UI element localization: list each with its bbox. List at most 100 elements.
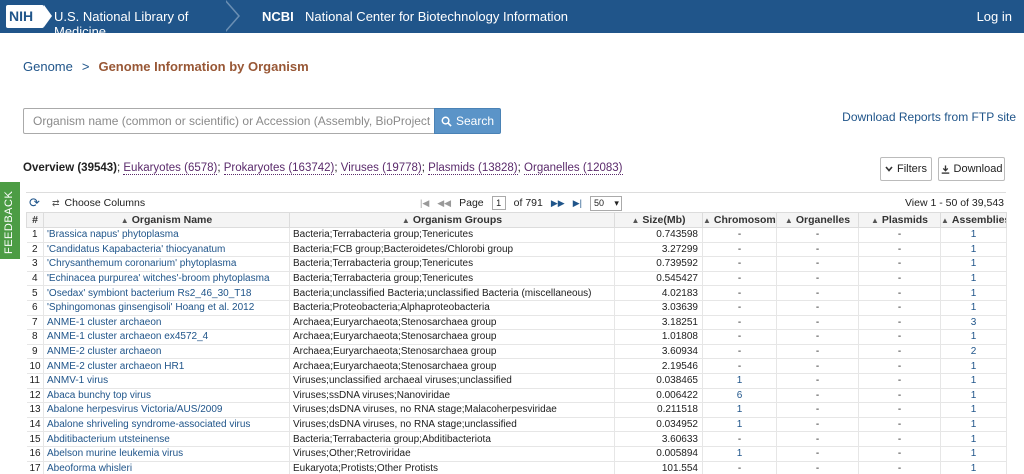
organelles: - [776, 315, 859, 331]
organism-name-link[interactable]: Abalone herpesvirus Victoria/AUS/2009 [43, 402, 290, 418]
organism-name-link[interactable]: Abelson murine leukemia virus [43, 446, 290, 462]
column-header-index[interactable]: # [26, 212, 44, 228]
previous-page-icon[interactable]: ◀◀ [437, 198, 451, 209]
assemblies-link[interactable]: 3 [940, 315, 1007, 331]
chromosomes[interactable]: 1 [702, 373, 777, 389]
feedback-tab[interactable]: FEEDBACK [0, 182, 20, 259]
column-header-organism-name[interactable]: ▲ Organism Name [43, 212, 290, 228]
table-row: 9 ANME-2 cluster archaeon Archaea;Euryarch… [26, 344, 1007, 360]
table-row: 4 'Echinacea purpurea' witches'-broom phy… [26, 271, 1007, 287]
nlm-title[interactable]: U.S. National Library of Medicine [54, 9, 240, 39]
column-header-organelles[interactable]: ▲ Organelles [776, 212, 859, 228]
organism-name-link[interactable]: 'Brassica napus' phytoplasma [43, 227, 290, 243]
sort-icon: ▲ [703, 216, 711, 225]
organism-name-link[interactable]: ANME-2 cluster archaeon [43, 344, 290, 360]
assemblies-link[interactable]: 1 [940, 285, 1007, 301]
assemblies-link[interactable]: 1 [940, 388, 1007, 404]
assemblies-link[interactable]: 1 [940, 431, 1007, 447]
assemblies-link[interactable]: 1 [940, 358, 1007, 374]
assemblies-link[interactable]: 1 [940, 271, 1007, 287]
assemblies-link[interactable]: 1 [940, 329, 1007, 345]
assemblies-link[interactable]: 1 [940, 373, 1007, 389]
organism-name-link[interactable]: ANME-1 cluster archaeon [43, 315, 290, 331]
page-number-input[interactable]: 1 [491, 196, 506, 210]
organism-name-link[interactable]: Abaca bunchy top virus [43, 388, 290, 404]
chromosomes[interactable]: 6 [702, 388, 777, 404]
overview-separator: ; [517, 162, 521, 174]
tab-prokaryotes[interactable]: Prokaryotes (163742) [223, 162, 335, 175]
ncbi-logo[interactable]: NCBI [262, 9, 294, 24]
table-row: 1 1 ANMV-1 virus Viruses;unclassified archa… [26, 373, 1007, 389]
chromosomes[interactable]: 1 [702, 417, 777, 433]
organism-name-link[interactable]: Abalone shriveling syndrome-associated v… [43, 417, 290, 433]
assemblies-link[interactable]: 1 [940, 227, 1007, 243]
organism-name-link[interactable]: Abeoforma whisleri [43, 461, 290, 474]
organelles: - [776, 329, 859, 345]
tab-viruses[interactable]: Viruses (19778) [340, 162, 422, 175]
first-page-icon[interactable]: |◀ [420, 198, 429, 209]
organism-name-link[interactable]: ANMV-1 virus [43, 373, 290, 389]
refresh-icon[interactable]: ⟳ [29, 195, 40, 211]
column-header-chromosomes[interactable]: ▲Chromosomes [702, 212, 777, 228]
assemblies-link[interactable]: 1 [940, 300, 1007, 316]
size-mb: 0.038465 [614, 373, 703, 389]
plasmids: - [858, 227, 941, 243]
organism-groups: Viruses;unclassified archaeal viruses;un… [289, 373, 615, 389]
plasmids: - [858, 256, 941, 272]
organism-name-link[interactable]: 'Chrysanthemum coronarium' phytoplasma [43, 256, 290, 272]
ncbi-title[interactable]: National Center for Biotechnology Inform… [305, 9, 568, 24]
column-header-size[interactable]: ▲ Size(Mb) [614, 212, 703, 228]
organism-groups: Bacteria;Proteobacteria;Alphaproteobacte… [289, 300, 615, 316]
organism-name-link[interactable]: 'Echinacea purpurea' witches'-broom phyt… [43, 271, 290, 287]
plasmids: - [858, 300, 941, 316]
filters-button[interactable]: Filters [880, 157, 932, 181]
last-page-icon[interactable]: ▶| [573, 198, 582, 209]
chromosomes: - [702, 300, 777, 316]
row-index: 12 [26, 388, 44, 404]
assemblies-link[interactable]: 1 [940, 402, 1007, 418]
organism-groups: Bacteria;Terrabacteria group;Tenericutes [289, 271, 615, 287]
row-index: 8 [26, 329, 44, 345]
assemblies-link[interactable]: 2 [940, 344, 1007, 360]
search-input[interactable] [23, 108, 435, 134]
assemblies-link[interactable]: 1 [940, 461, 1007, 474]
organism-name-link[interactable]: 'Candidatus Kapabacteria' thiocyanatum [43, 242, 290, 258]
assemblies-link[interactable]: 1 [940, 242, 1007, 258]
organism-groups: Bacteria;Terrabacteria group;Abditibacte… [289, 431, 615, 447]
table-row: 1 'Brassica napus' phytoplasma Bacteria;Te… [26, 227, 1007, 243]
chromosomes: - [702, 271, 777, 287]
search-button[interactable]: Search [434, 108, 501, 134]
tab-eukaryotes[interactable]: Eukaryotes (6578) [123, 162, 218, 175]
organism-name-link[interactable]: Abditibacterium utsteinense [43, 431, 290, 447]
tab-organelles[interactable]: Organelles (12083) [524, 162, 623, 175]
tab-plasmids[interactable]: Plasmids (13828) [428, 162, 518, 175]
table-row: 16 Abelson murine leukemia virus Viruses;O… [26, 446, 1007, 462]
row-index: 3 [26, 256, 44, 272]
column-header-label: Assemblies [951, 214, 1007, 226]
column-header-organism-groups[interactable]: ▲ Organism Groups [289, 212, 615, 228]
chromosomes[interactable]: 1 [702, 402, 777, 418]
nih-logo[interactable]: NIH [6, 5, 52, 28]
plasmids: - [858, 285, 941, 301]
column-header-assemblies[interactable]: ▲ Assemblies [940, 212, 1007, 228]
column-header-plasmids[interactable]: ▲ Plasmids [858, 212, 941, 228]
ftp-download-link[interactable]: Download Reports from FTP site [842, 110, 1016, 124]
chromosomes[interactable]: 1 [702, 446, 777, 462]
choose-columns-button[interactable]: ⇄ Choose Columns [52, 197, 145, 209]
plasmids: - [858, 329, 941, 345]
nlm-banner[interactable]: NIH U.S. National Library of Medicine [0, 0, 240, 39]
login-link[interactable]: Log in [977, 9, 1012, 24]
organism-name-link[interactable]: 'Sphingomonas ginsengisoli' Hoang et al.… [43, 300, 290, 316]
organism-name-link[interactable]: ANME-1 cluster archaeon ex4572_4 [43, 329, 290, 345]
breadcrumb-genome-link[interactable]: Genome [23, 59, 73, 74]
organism-name-link[interactable]: ANME-2 cluster archaeon HR1 [43, 358, 290, 374]
next-page-icon[interactable]: ▶▶ [551, 198, 565, 209]
assemblies-link[interactable]: 1 [940, 446, 1007, 462]
assemblies-link[interactable]: 1 [940, 256, 1007, 272]
organelles: - [776, 388, 859, 404]
download-button[interactable]: Download [938, 157, 1005, 181]
organism-name-link[interactable]: 'Osedax' symbiont bacterium Rs2_46_30_T1… [43, 285, 290, 301]
search-button-label: Search [455, 114, 495, 128]
assemblies-link[interactable]: 1 [940, 417, 1007, 433]
page-size-select[interactable]: 50 [589, 195, 622, 211]
